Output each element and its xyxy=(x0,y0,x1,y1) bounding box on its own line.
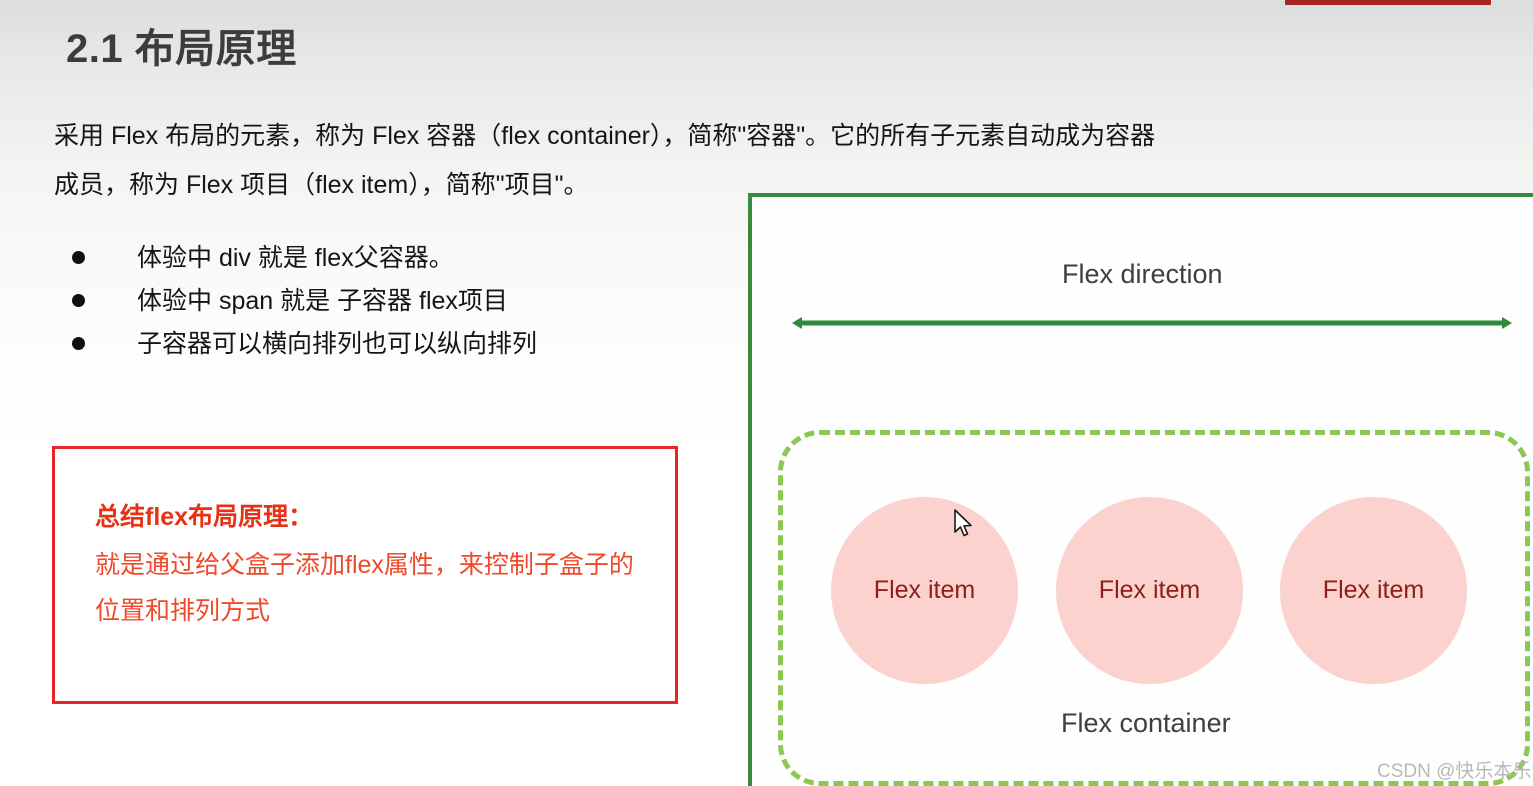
flex-item-circle: Flex item xyxy=(1056,497,1243,684)
list-item-label: 子容器可以横向排列也可以纵向排列 xyxy=(137,330,538,358)
top-red-accent-bar xyxy=(1285,0,1491,5)
flex-direction-label: Flex direction xyxy=(1062,259,1223,289)
bullet-dot-icon xyxy=(72,337,85,350)
bullet-list: 体验中 div 就是 flex父容器。 体验中 span 就是 子容器 flex… xyxy=(72,238,692,367)
flex-direction-double-arrow-icon xyxy=(792,317,1512,329)
summary-title: 总结flex布局原理： xyxy=(95,503,314,531)
csdn-watermark: CSDN @快乐本乐 xyxy=(1377,761,1532,782)
list-item: 体验中 span 就是 子容器 flex项目 xyxy=(72,281,692,324)
flex-item-label: Flex item xyxy=(873,576,976,604)
bullet-dot-icon xyxy=(72,251,85,264)
list-item-label: 体验中 span 就是 子容器 flex项目 xyxy=(137,287,508,315)
list-item: 子容器可以横向排列也可以纵向排列 xyxy=(72,324,692,367)
flex-item-circle: Flex item xyxy=(831,497,1018,684)
list-item-label: 体验中 div 就是 flex父容器。 xyxy=(137,244,454,272)
slide-canvas: 2.1 布局原理 采用 Flex 布局的元素，称为 Flex 容器（flex c… xyxy=(0,0,1533,786)
summary-body: 就是通过给父盒子添加flex属性，来控制子盒子的位置和排列方式 xyxy=(95,551,634,625)
page-title: 2.1 布局原理 xyxy=(66,27,297,71)
flex-item-label: Flex item xyxy=(1322,576,1425,604)
flex-item-circle: Flex item xyxy=(1280,497,1467,684)
list-item: 体验中 div 就是 flex父容器。 xyxy=(72,238,692,281)
flex-container-label: Flex container xyxy=(1061,708,1231,738)
flex-item-label: Flex item xyxy=(1098,576,1201,604)
bullet-dot-icon xyxy=(72,294,85,307)
summary-callout-box: 总结flex布局原理： 就是通过给父盒子添加flex属性，来控制子盒子的位置和排… xyxy=(52,446,678,704)
